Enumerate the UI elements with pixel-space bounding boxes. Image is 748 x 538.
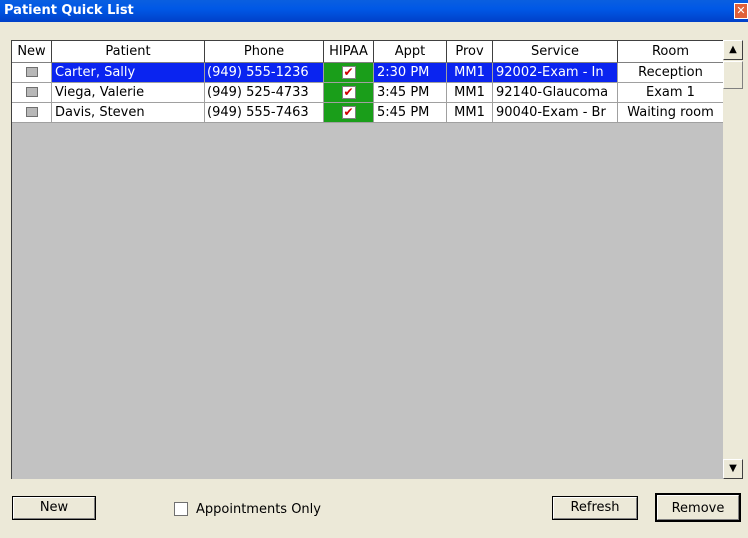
appt-time: 3:45 PM [374,83,447,103]
table-row[interactable]: Carter, Sally (949) 555-1236 ✔ 2:30 PM M… [12,63,723,83]
hipaa-check-icon: ✔ [341,85,356,99]
title-bar[interactable]: Patient Quick List ✕ [0,0,748,22]
phone-number: (949) 525-4733 [205,83,324,103]
scroll-down-icon[interactable]: ▼ [723,459,743,479]
hipaa-check-icon: ✔ [341,65,356,79]
column-header-appt[interactable]: Appt [374,41,447,63]
window-title: Patient Quick List [4,3,134,18]
column-header-room[interactable]: Room [618,41,723,63]
room: Exam 1 [618,83,723,103]
vertical-scrollbar[interactable]: ▲ ▼ [723,40,743,479]
patient-name: Davis, Steven [52,103,205,123]
provider: MM1 [447,63,493,83]
patient-quick-list-window: Patient Quick List ✕ New Patient Phone H… [0,0,748,538]
patient-grid: New Patient Phone HIPAA Appt Prov Servic… [11,40,723,479]
room: Reception [618,63,723,83]
grid-header: New Patient Phone HIPAA Appt Prov Servic… [12,41,723,63]
remove-button[interactable]: Remove [655,493,741,522]
appointments-only-checkbox[interactable] [174,502,188,516]
room: Waiting room [618,103,723,123]
new-checkbox-cell[interactable] [12,83,52,103]
new-checkbox-cell[interactable] [12,63,52,83]
patient-name: Carter, Sally [52,63,205,83]
service: 92002-Exam - In [493,63,618,83]
table-row[interactable]: Viega, Valerie (949) 525-4733 ✔ 3:45 PM … [12,83,723,103]
table-row[interactable]: Davis, Steven (949) 555-7463 ✔ 5:45 PM M… [12,103,723,123]
column-header-phone[interactable]: Phone [205,41,324,63]
scrollbar-thumb[interactable] [723,61,743,89]
column-header-new[interactable]: New [12,41,52,63]
column-header-service[interactable]: Service [493,41,618,63]
close-icon[interactable]: ✕ [734,3,748,19]
phone-number: (949) 555-7463 [205,103,324,123]
service: 90040-Exam - Br [493,103,618,123]
appt-time: 5:45 PM [374,103,447,123]
new-checkbox[interactable] [25,87,38,97]
new-checkbox-cell[interactable] [12,103,52,123]
hipaa-cell[interactable]: ✔ [324,103,374,123]
hipaa-cell[interactable]: ✔ [324,63,374,83]
service: 92140-Glaucoma [493,83,618,103]
hipaa-cell[interactable]: ✔ [324,83,374,103]
new-button[interactable]: New [12,496,96,520]
appt-time: 2:30 PM [374,63,447,83]
new-button-label: New [13,497,95,519]
column-header-prov[interactable]: Prov [447,41,493,63]
refresh-button-label: Refresh [553,497,637,519]
provider: MM1 [447,103,493,123]
patient-name: Viega, Valerie [52,83,205,103]
provider: MM1 [447,83,493,103]
hipaa-check-icon: ✔ [341,105,356,119]
column-header-hipaa[interactable]: HIPAA [324,41,374,63]
remove-button-label: Remove [657,495,739,520]
new-checkbox[interactable] [25,107,38,117]
column-header-patient[interactable]: Patient [52,41,205,63]
refresh-button[interactable]: Refresh [552,496,638,520]
scroll-up-icon[interactable]: ▲ [723,40,743,60]
appointments-only-label[interactable]: Appointments Only [196,502,321,517]
phone-number: (949) 555-1236 [205,63,324,83]
new-checkbox[interactable] [25,67,38,77]
